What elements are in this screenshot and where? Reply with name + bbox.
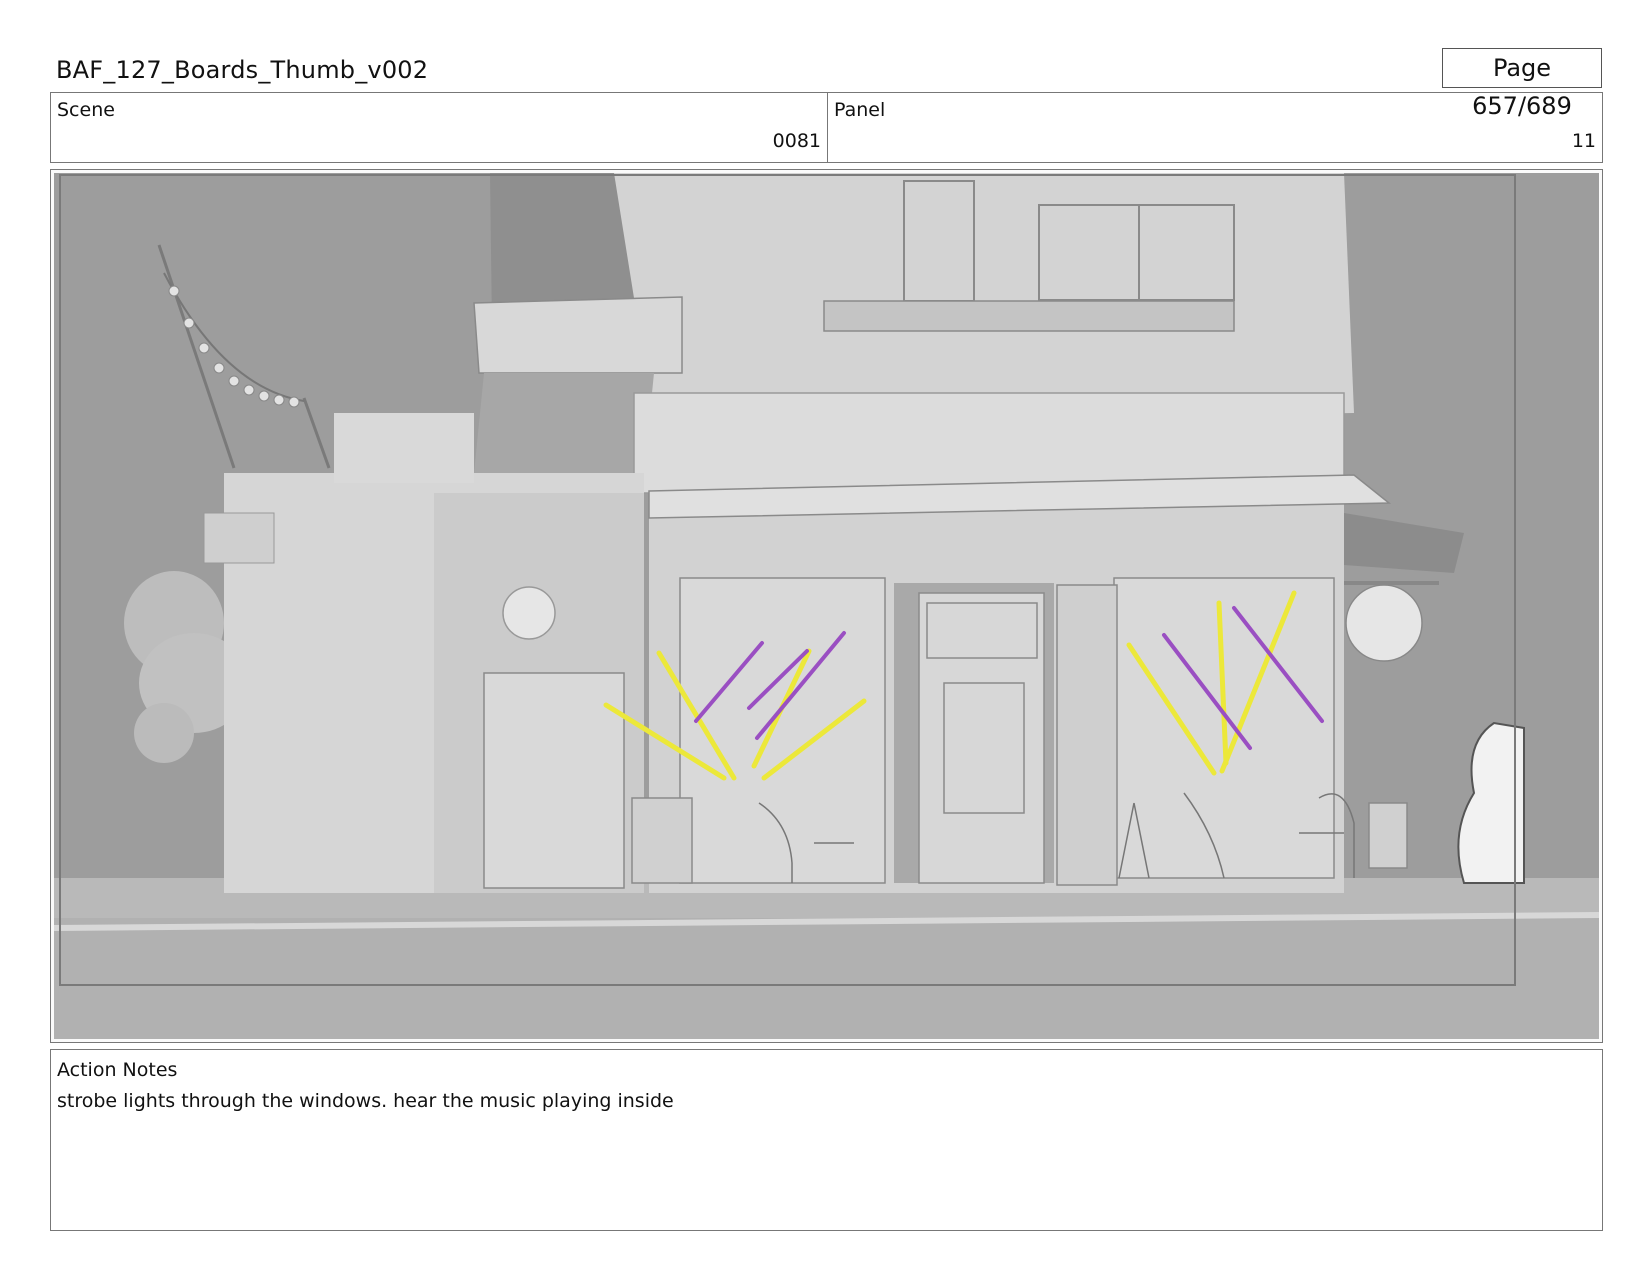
action-notes-box: Action Notes strobe lights through the w… — [50, 1049, 1603, 1231]
panel-label: Panel — [834, 99, 886, 121]
action-notes-label: Action Notes — [57, 1059, 178, 1081]
page-number-box: Page 657/689 — [1442, 48, 1602, 120]
storyboard-image — [54, 173, 1599, 1039]
panel-number: 11 — [1571, 130, 1596, 152]
scene-number: 0081 — [772, 130, 821, 152]
document-title: BAF_127_Boards_Thumb_v002 — [56, 56, 429, 84]
storyboard-frame — [50, 169, 1603, 1043]
action-notes-text: strobe lights through the windows. hear … — [57, 1090, 674, 1112]
scene-label: Scene — [57, 99, 115, 121]
panel-cell: Panel 11 — [828, 93, 1602, 162]
scene-panel-info: Scene 0081 Panel 11 — [50, 92, 1603, 163]
building-illustration — [54, 173, 1599, 1039]
scene-cell: Scene 0081 — [51, 93, 828, 162]
